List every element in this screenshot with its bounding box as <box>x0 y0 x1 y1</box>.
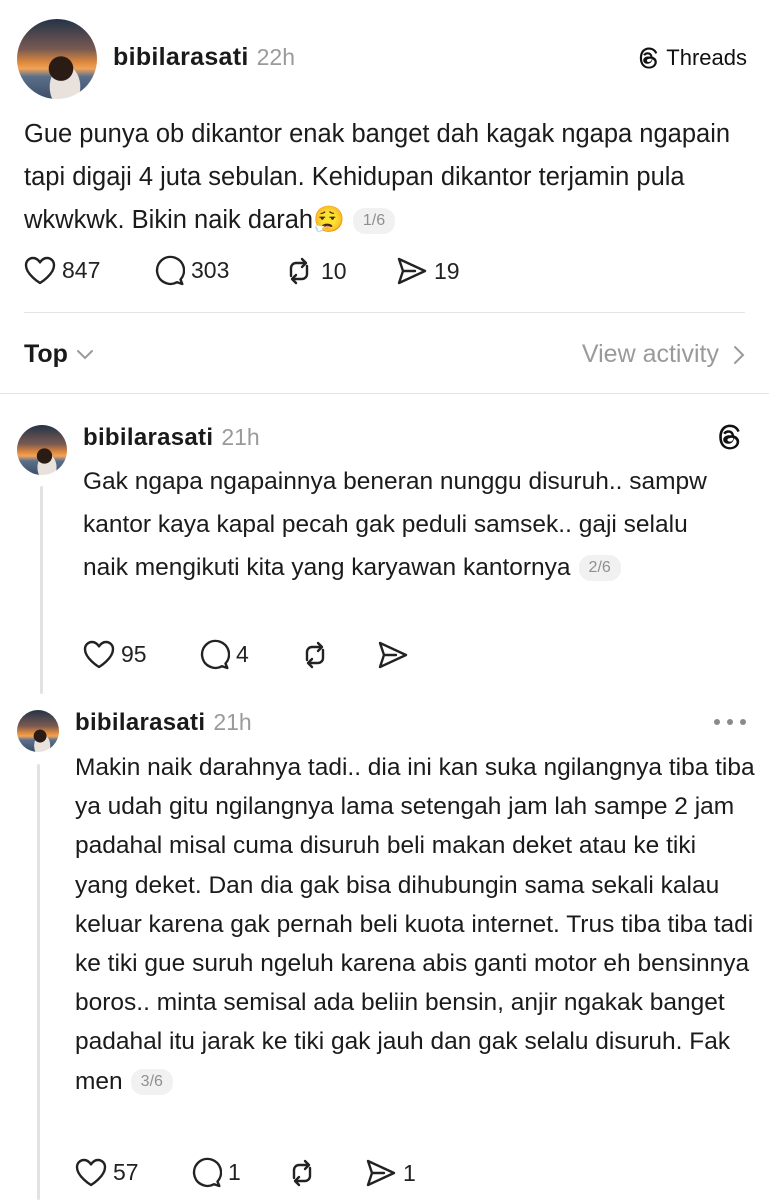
timestamp: 21h <box>213 709 252 735</box>
post-text-block: Gue punya ob dikantor enak banget dah ka… <box>24 113 744 242</box>
sort-label: Top <box>24 340 68 368</box>
like-button[interactable]: 95 <box>83 640 147 669</box>
heart-icon <box>24 256 56 285</box>
timestamp: 21h <box>221 424 260 450</box>
chevron-right-icon <box>733 345 745 365</box>
avatar[interactable] <box>17 19 97 99</box>
share-count: 1 <box>403 1159 416 1186</box>
reply-count: 303 <box>191 257 230 283</box>
reply-text-block: Makin naik darahnya tadi.. dia ini kan s… <box>75 748 755 1101</box>
chevron-down-icon <box>76 349 94 361</box>
comment-icon <box>198 639 230 670</box>
heart-icon <box>83 640 115 669</box>
divider <box>0 393 769 394</box>
reply-count: 1 <box>228 1159 241 1185</box>
post-header: bibilarasati 22h <box>113 43 295 72</box>
like-count: 95 <box>121 641 147 667</box>
reply-header: bibilarasati 21h <box>75 709 252 737</box>
like-button[interactable]: 847 <box>24 256 100 285</box>
timestamp: 22h <box>256 44 295 70</box>
repost-button[interactable]: 10 <box>283 256 347 286</box>
send-icon <box>377 640 409 670</box>
repost-icon <box>286 1158 318 1188</box>
reply-text: Makin naik darahnya tadi.. dia ini kan s… <box>75 754 755 1095</box>
share-button[interactable] <box>377 640 415 670</box>
thread-counter-badge: 3/6 <box>130 1068 173 1095</box>
more-icon[interactable] <box>713 718 747 726</box>
comment-icon <box>153 255 185 286</box>
reply-button[interactable]: 1 <box>190 1157 241 1188</box>
reply-button[interactable]: 303 <box>153 255 229 286</box>
share-button[interactable]: 1 <box>365 1158 416 1188</box>
comment-icon <box>190 1157 222 1188</box>
heart-icon <box>75 1158 107 1187</box>
username[interactable]: bibilarasati <box>83 424 213 452</box>
share-button[interactable]: 19 <box>396 256 460 286</box>
threads-logo-icon[interactable] <box>717 423 743 451</box>
username[interactable]: bibilarasati <box>113 43 249 72</box>
reply-header: bibilarasati 21h <box>83 424 260 452</box>
like-count: 57 <box>113 1159 139 1185</box>
threads-logo-icon <box>638 46 660 70</box>
send-icon <box>396 256 428 286</box>
divider <box>24 312 745 313</box>
username[interactable]: bibilarasati <box>75 709 205 737</box>
view-activity-link[interactable]: View activity <box>582 340 745 369</box>
send-icon <box>365 1158 397 1188</box>
avatar[interactable] <box>17 710 59 752</box>
thread-counter-badge: 1/6 <box>352 208 396 234</box>
reply-button[interactable]: 4 <box>198 639 249 670</box>
share-count: 19 <box>434 257 460 284</box>
repost-icon <box>283 256 315 286</box>
repost-button[interactable] <box>299 640 337 670</box>
avatar[interactable] <box>17 425 67 475</box>
reply-text-block: Gak ngapa ngapainnya beneran nunggu disu… <box>83 460 713 589</box>
threads-brand[interactable]: Threads <box>638 45 747 71</box>
repost-icon <box>299 640 331 670</box>
repost-button[interactable] <box>286 1158 324 1188</box>
threads-label: Threads <box>666 45 747 70</box>
thread-line <box>37 764 40 1200</box>
thread-line <box>40 486 43 694</box>
view-activity-label: View activity <box>581 340 719 368</box>
repost-count: 10 <box>321 257 347 284</box>
exhale-emoji: 😮‍💨 <box>313 206 345 234</box>
thread-counter-badge: 2/6 <box>578 555 621 581</box>
like-count: 847 <box>62 257 101 283</box>
sort-dropdown[interactable]: Top <box>24 340 94 369</box>
reply-count: 4 <box>236 641 249 667</box>
like-button[interactable]: 57 <box>75 1158 139 1187</box>
